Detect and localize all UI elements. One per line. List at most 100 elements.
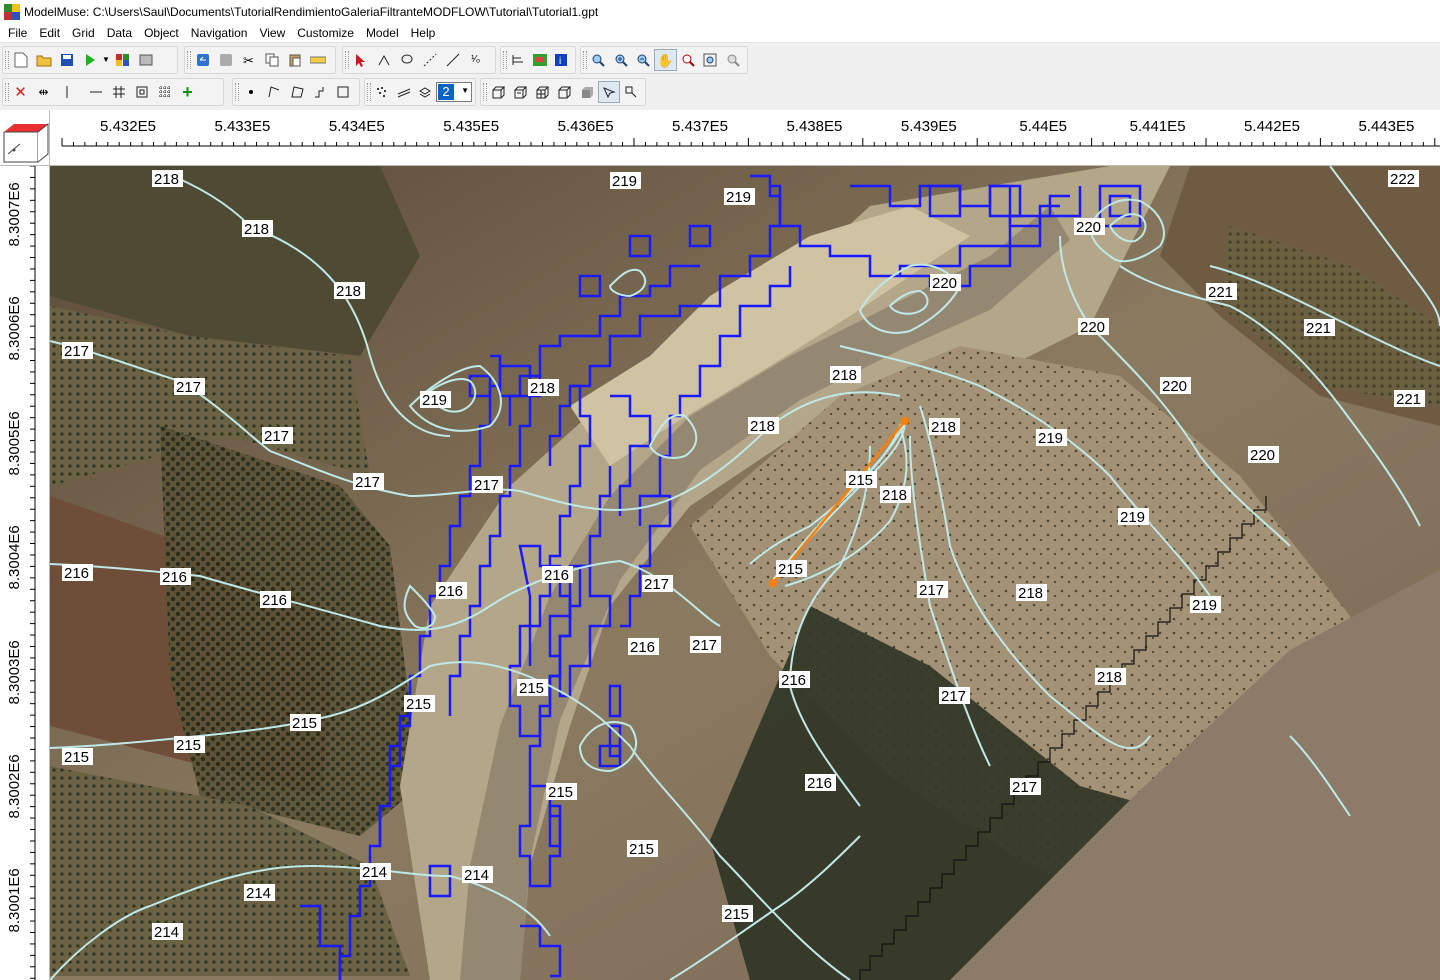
contour-label-text: 214: [362, 864, 387, 881]
grid-data-icon[interactable]: [507, 49, 529, 71]
menu-customize[interactable]: Customize: [291, 24, 360, 43]
3d-box-side-icon[interactable]: [553, 81, 575, 103]
add-object-icon[interactable]: +: [176, 81, 199, 103]
contour-label: 215: [290, 714, 321, 732]
run-model-icon[interactable]: [78, 49, 101, 71]
x-ruler-label: 5.438E5: [786, 118, 843, 135]
x-ruler-label: 5.443E5: [1358, 118, 1415, 135]
contour-label: 214: [152, 923, 183, 941]
contour-label: 222: [1388, 170, 1419, 188]
contour-label: 216: [542, 566, 573, 584]
3d-objects-toolbar: [480, 78, 646, 106]
contour-label-text: 217: [692, 637, 717, 654]
zoom-extents-icon[interactable]: [677, 49, 699, 71]
contour-label-text: 218: [1018, 585, 1043, 602]
color-grid-icon[interactable]: [529, 49, 551, 71]
generate-grid-icon[interactable]: [107, 81, 130, 103]
insert-point-icon[interactable]: [418, 49, 441, 71]
delete-grid-line-icon[interactable]: ✕: [9, 81, 32, 103]
undo-icon[interactable]: [191, 49, 214, 71]
edit-3d-object-icon[interactable]: [620, 81, 642, 103]
contour-label: 219: [724, 188, 755, 206]
y-ruler-label: 8.3001E6: [6, 868, 23, 933]
top-view-map[interactable]: 218 218 218 217 217 217 217 217 216 216 216 215 215 2…: [50, 166, 1440, 980]
menu-navigation[interactable]: Navigation: [185, 24, 254, 43]
menu-edit[interactable]: Edit: [33, 24, 66, 43]
contour-label-text: 215: [778, 561, 803, 578]
restore-view-icon[interactable]: [722, 49, 744, 71]
contour-label: 218: [1016, 584, 1047, 602]
save-icon[interactable]: [55, 49, 78, 71]
contour-label-text: 217: [64, 343, 89, 360]
toolbar-main: ▼ ✂ ¹⁄ₒ i ✋: [0, 44, 1440, 76]
layer-select[interactable]: 2 ▼: [436, 81, 473, 103]
contour-label-text: 215: [519, 680, 544, 697]
contour-label: 220: [930, 274, 961, 292]
select-vertex-icon[interactable]: [372, 49, 395, 71]
smooth-grid-icon[interactable]: [153, 81, 176, 103]
contour-label: 217: [642, 575, 673, 593]
contour-label: 216: [805, 774, 836, 792]
zoom-window-icon[interactable]: [699, 49, 721, 71]
menu-file[interactable]: File: [2, 24, 33, 43]
zoom-in-icon[interactable]: [609, 49, 631, 71]
grid-spacing-icon[interactable]: [130, 81, 153, 103]
create-straight-line-icon[interactable]: [308, 81, 331, 103]
contour-label: 221: [1304, 319, 1335, 337]
open-folder-icon[interactable]: [32, 49, 55, 71]
layer-icon[interactable]: [414, 81, 436, 103]
redo-icon[interactable]: [214, 49, 237, 71]
info-icon[interactable]: i: [550, 49, 572, 71]
scatter-points-icon[interactable]: [371, 81, 393, 103]
add-horizontal-line-icon[interactable]: [84, 81, 107, 103]
new-file-icon[interactable]: [9, 49, 32, 71]
create-line-icon[interactable]: [262, 81, 285, 103]
contour-label-text: 218: [244, 221, 269, 238]
multi-line-icon[interactable]: [393, 81, 415, 103]
y-ruler-label: 8.3006E6: [6, 296, 23, 361]
select-3d-object-icon[interactable]: [597, 81, 620, 103]
copy-icon[interactable]: [260, 49, 283, 71]
add-vertical-line-icon[interactable]: [55, 81, 78, 103]
menu-help[interactable]: Help: [405, 24, 442, 43]
add-vertex-icon[interactable]: ¹⁄ₒ: [464, 49, 487, 71]
contour-label-text: 220: [1162, 378, 1187, 395]
lasso-icon[interactable]: [395, 49, 418, 71]
create-polygon-icon[interactable]: [285, 81, 308, 103]
select-object-icon[interactable]: [349, 49, 372, 71]
menu-grid[interactable]: Grid: [66, 24, 101, 43]
contour-label: 217: [1010, 778, 1041, 796]
title-bar: ModelMuse: C:\Users\Saul\Documents\Tutor…: [0, 0, 1440, 24]
contour-label: 218: [152, 170, 183, 188]
3d-box-front-icon[interactable]: [531, 81, 553, 103]
view-corner[interactable]: [0, 110, 50, 166]
menu-object[interactable]: Object: [138, 24, 185, 43]
contour-label-text: 216: [438, 583, 463, 600]
contour-label-text: 221: [1396, 391, 1421, 408]
pan-hand-icon[interactable]: ✋: [654, 49, 677, 71]
contour-label-text: 218: [1097, 669, 1122, 686]
create-rectangle-icon[interactable]: [331, 81, 354, 103]
delete-segment-icon[interactable]: [441, 49, 464, 71]
move-grid-line-icon[interactable]: ⇹: [32, 81, 55, 103]
chevron-down-icon[interactable]: ▼: [101, 49, 111, 71]
menu-view[interactable]: View: [253, 24, 291, 43]
menu-data[interactable]: Data: [101, 24, 138, 43]
zoom-out-icon[interactable]: [632, 49, 654, 71]
vertical-ruler: 8.3007E6 8.3006E6 8.3005E6 8.3004E6 8.3003E6…: [0, 165, 50, 980]
contour-label-text: 215: [629, 841, 654, 858]
map-canvas[interactable]: 218 218 218 217 217 217 217 217 216 216 216 215 215 2…: [50, 166, 1440, 980]
cut-icon[interactable]: ✂: [237, 49, 260, 71]
ruler-icon[interactable]: [306, 49, 329, 71]
model-viewer-icon[interactable]: [111, 49, 134, 71]
contour-label-text: 217: [474, 477, 499, 494]
3d-box-top-icon[interactable]: [509, 81, 531, 103]
create-point-icon[interactable]: [239, 81, 262, 103]
paste-icon[interactable]: [283, 49, 306, 71]
contour-label-text: 216: [630, 639, 655, 656]
export-icon[interactable]: [134, 49, 157, 71]
zoom-icon[interactable]: [587, 49, 609, 71]
menu-model[interactable]: Model: [360, 24, 405, 43]
3d-box-icon[interactable]: [487, 81, 509, 103]
3d-solid-icon[interactable]: [576, 81, 598, 103]
